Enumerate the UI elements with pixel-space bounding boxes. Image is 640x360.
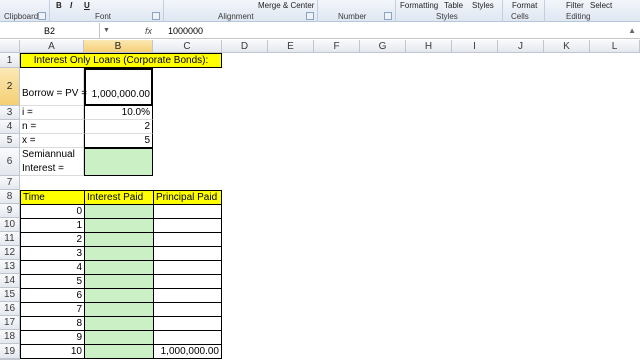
alignment-launcher-icon[interactable] <box>306 12 314 20</box>
cell-a4[interactable]: n = <box>20 120 84 134</box>
underline-button[interactable]: U <box>84 1 90 10</box>
principal-paid-cell[interactable] <box>153 218 222 233</box>
principal-paid-cell[interactable] <box>153 302 222 317</box>
interest-paid-cell[interactable] <box>84 204 154 219</box>
insert-function-icon[interactable]: fx <box>145 23 161 39</box>
interest-paid-cell[interactable] <box>84 232 154 247</box>
principal-paid-cell[interactable] <box>153 260 222 275</box>
cell-b8-interest-header[interactable]: Interest Paid <box>84 190 154 205</box>
time-cell[interactable]: 2 <box>20 232 85 247</box>
group-styles-label: Styles <box>436 12 458 21</box>
principal-paid-cell[interactable] <box>153 204 222 219</box>
chevron-down-icon[interactable]: ▼ <box>103 23 113 39</box>
cells-layer: Interest Only Loans (Corporate Bonds): B… <box>0 40 640 360</box>
cell-a6-line1[interactable]: Semiannual <box>20 148 84 162</box>
cell-b5[interactable]: 5 <box>84 134 153 148</box>
group-separator <box>49 0 50 22</box>
group-separator <box>317 0 318 22</box>
bold-button[interactable]: B <box>56 1 62 10</box>
interest-paid-cell[interactable] <box>84 218 154 233</box>
clipboard-launcher-icon[interactable] <box>38 12 46 20</box>
interest-paid-cell[interactable] <box>84 246 154 261</box>
merge-center-button[interactable]: Merge & Center <box>258 1 314 10</box>
cell-b3[interactable]: 10.0% <box>84 106 153 120</box>
interest-paid-cell[interactable] <box>84 316 154 331</box>
cell-a6-line2: Interest = <box>20 162 84 176</box>
principal-paid-cell[interactable] <box>153 246 222 261</box>
group-separator <box>395 0 396 22</box>
interest-paid-cell[interactable] <box>84 330 154 345</box>
filter-button[interactable]: Filter <box>566 1 584 10</box>
select-button[interactable]: Select <box>590 1 612 10</box>
principal-paid-cell[interactable] <box>153 330 222 345</box>
interest-paid-cell[interactable] <box>84 288 154 303</box>
cell-b6-semiannual-interest[interactable] <box>84 148 153 176</box>
group-separator <box>163 0 164 22</box>
format-as-table-button[interactable]: Table <box>444 1 463 10</box>
group-clipboard-label: Clipboard <box>4 12 39 21</box>
time-cell[interactable]: 10 <box>20 344 85 359</box>
interest-paid-cell[interactable] <box>84 302 154 317</box>
principal-paid-cell[interactable] <box>153 316 222 331</box>
cell-c8-principal-header[interactable]: Principal Paid <box>153 190 222 205</box>
time-cell[interactable]: 6 <box>20 288 85 303</box>
group-editing-label: Editing <box>566 12 591 21</box>
number-launcher-icon[interactable] <box>384 12 392 20</box>
time-cell[interactable]: 0 <box>20 204 85 219</box>
principal-paid-cell[interactable] <box>153 232 222 247</box>
interest-paid-cell[interactable] <box>84 344 154 359</box>
italic-button[interactable]: I <box>70 1 72 10</box>
format-button[interactable]: Format <box>512 1 537 10</box>
cell-a8-time-header[interactable]: Time <box>20 190 85 205</box>
name-box[interactable]: B2 <box>0 23 100 39</box>
font-launcher-icon[interactable] <box>152 12 160 20</box>
formula-bar: B2 ▼ fx 1000000 ▲ <box>0 23 640 39</box>
group-font-label: Font <box>95 12 112 21</box>
group-number-label: Number <box>338 12 367 21</box>
time-cell[interactable]: 7 <box>20 302 85 317</box>
time-cell[interactable]: 4 <box>20 260 85 275</box>
time-cell[interactable]: 5 <box>20 274 85 289</box>
time-cell[interactable]: 1 <box>20 218 85 233</box>
time-cell[interactable]: 9 <box>20 330 85 345</box>
cell-a1-title[interactable]: Interest Only Loans (Corporate Bonds): <box>20 53 222 68</box>
interest-paid-cell[interactable] <box>84 274 154 289</box>
time-cell[interactable]: 8 <box>20 316 85 331</box>
cell-b4[interactable]: 2 <box>84 120 153 134</box>
group-cells-label: Cells <box>511 12 529 21</box>
cell-a2[interactable]: Borrow = PV = <box>20 68 87 106</box>
group-separator <box>502 0 503 22</box>
conditional-formatting-button[interactable]: Formatting <box>400 1 438 10</box>
cell-b2-selected[interactable]: 1,000,000.00 <box>84 68 153 106</box>
cell-c19-principal[interactable]: 1,000,000.00 <box>153 344 222 359</box>
time-cell[interactable]: 3 <box>20 246 85 261</box>
group-separator <box>544 0 545 22</box>
cell-a5[interactable]: x = <box>20 134 84 148</box>
formula-input[interactable]: 1000000 <box>168 23 203 39</box>
group-alignment-label: Alignment <box>218 12 254 21</box>
interest-paid-cell[interactable] <box>84 260 154 275</box>
principal-paid-cell[interactable] <box>153 288 222 303</box>
cell-styles-button[interactable]: Styles <box>472 1 494 10</box>
principal-paid-cell[interactable] <box>153 274 222 289</box>
expand-formula-bar-icon[interactable]: ▲ <box>628 26 636 35</box>
cell-a3[interactable]: i = <box>20 106 84 120</box>
ribbon: B I U Merge & Center Formatting Table St… <box>0 0 640 22</box>
